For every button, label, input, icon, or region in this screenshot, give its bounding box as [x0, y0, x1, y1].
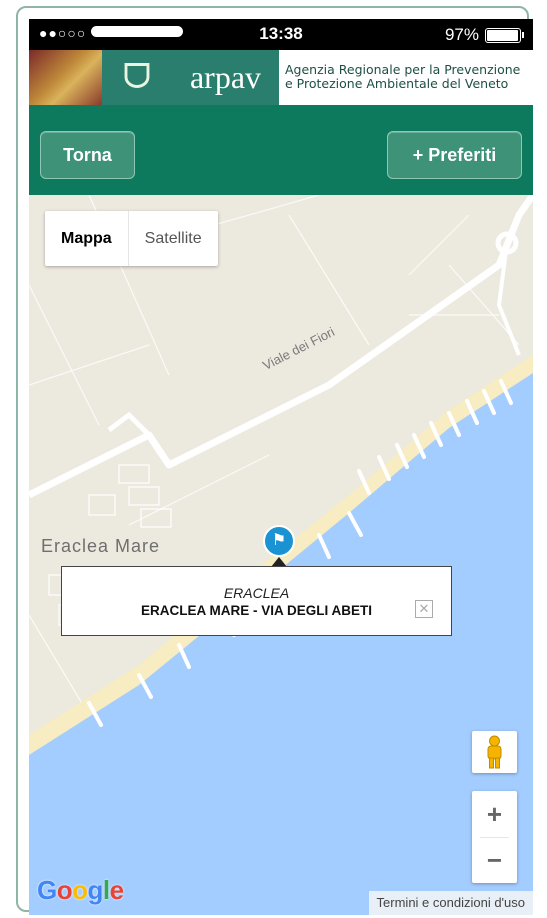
battery-icon	[485, 28, 524, 43]
app-header: ᗜ arpav Agenzia Regionale per la Prevenz…	[29, 50, 533, 105]
arpav-mark-icon: ᗜ	[102, 50, 172, 105]
agency-name: Agenzia Regionale per la Prevenzione e P…	[285, 63, 520, 91]
battery-percent: 97%	[444, 25, 479, 44]
app-screen: ●●○○○ 13:38 97% ᗜ arpav Agenzia Regional…	[29, 19, 533, 915]
street-view-pegman-icon[interactable]	[472, 731, 517, 773]
arpav-logo: arpav	[172, 50, 279, 105]
status-bar: ●●○○○ 13:38 97%	[29, 19, 533, 50]
agency-line-1: Agenzia Regionale per la Prevenzione	[285, 62, 521, 77]
nav-bar: Torna + Preferiti	[29, 105, 533, 195]
zoom-divider	[480, 837, 509, 838]
zoom-in-button[interactable]: +	[472, 791, 517, 837]
place-label: Eraclea Mare	[41, 536, 161, 556]
map-view[interactable]: Mappa Satellite Viale dei Fiori Eraclea …	[29, 195, 533, 915]
map-type-map-button[interactable]: Mappa	[45, 211, 129, 266]
station-info-window: ERACLEA ERACLEA MARE - VIA DEGLI ABETI ✕	[61, 566, 452, 636]
info-city: ERACLEA	[223, 585, 290, 601]
google-logo: Google	[37, 875, 124, 905]
zoom-out-button[interactable]: −	[472, 837, 517, 883]
terms-link[interactable]: Termini e condizioni d'uso	[368, 891, 533, 915]
flag-marker-icon[interactable]: ⚑	[263, 525, 295, 557]
agency-line-2: e Protezione Ambientale del Veneto	[285, 76, 509, 91]
map-type-control: Mappa Satellite	[45, 211, 218, 266]
zoom-control: + −	[472, 791, 517, 883]
close-icon[interactable]: ✕	[415, 600, 433, 618]
add-favorite-button[interactable]: + Preferiti	[387, 131, 522, 179]
info-station: ERACLEA MARE - VIA DEGLI ABETI	[140, 603, 372, 618]
back-button[interactable]: Torna	[40, 131, 135, 179]
venice-lion-logo-icon	[29, 50, 102, 105]
map-type-satellite-button[interactable]: Satellite	[129, 211, 218, 266]
